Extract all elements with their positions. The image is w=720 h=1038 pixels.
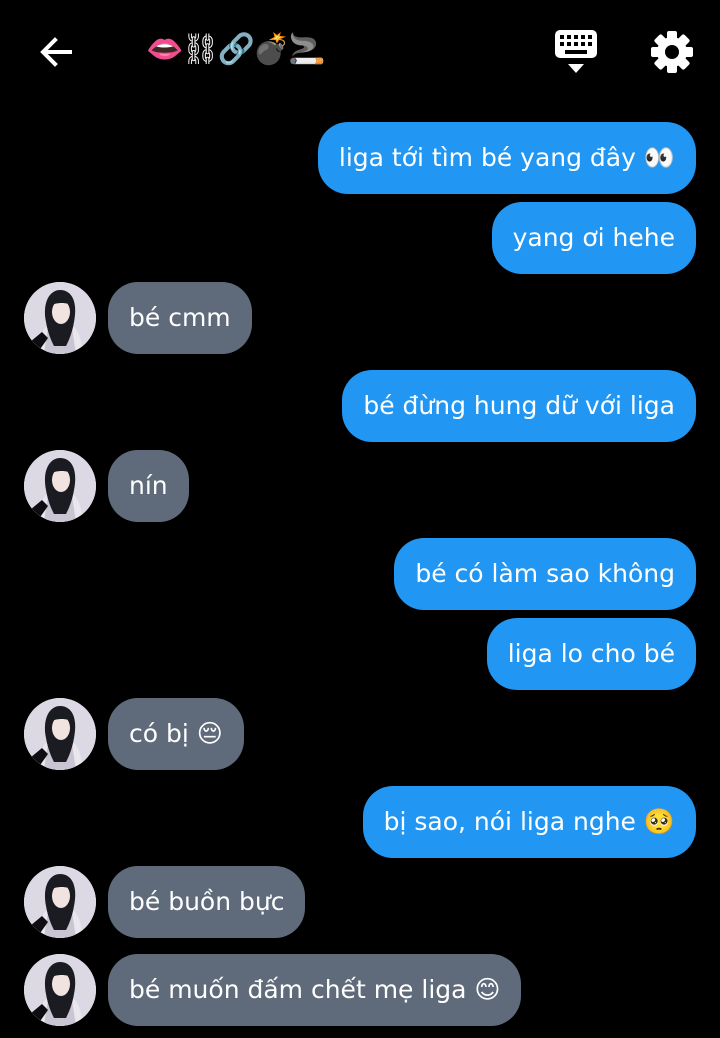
outgoing-message[interactable]: liga tới tìm bé yang đây 👀 [317,122,696,194]
gear-icon [651,31,693,73]
arrow-left-icon [40,37,72,67]
incoming-message[interactable]: bé cmm [108,282,252,354]
chat-title: 👄⛓🔗💣🚬 [146,32,325,67]
avatar-image [24,698,96,770]
outgoing-message[interactable]: yang ơi hehe [491,202,696,274]
chat-header: 👄⛓🔗💣🚬 [0,0,720,100]
settings-button[interactable] [648,28,696,76]
incoming-message[interactable]: nín [108,450,189,522]
keyboard-button[interactable] [552,26,600,78]
avatar-image [24,450,96,522]
avatar-image [24,282,96,354]
outgoing-message[interactable]: bé đừng hung dữ với liga [342,370,696,442]
avatar[interactable] [24,282,96,354]
avatar-image [24,866,96,938]
incoming-message[interactable]: có bị 😔 [108,698,244,770]
avatar-image [24,954,96,1026]
avatar[interactable] [24,698,96,770]
avatar[interactable] [24,866,96,938]
incoming-message[interactable]: bé buồn bực [108,866,306,938]
incoming-message[interactable]: bé muốn đấm chết mẹ liga 😊 [108,954,522,1026]
avatar[interactable] [24,954,96,1026]
outgoing-message[interactable]: bé có làm sao không [394,538,696,610]
keyboard-icon [555,30,597,73]
back-button[interactable] [34,30,78,74]
outgoing-message[interactable]: bị sao, nói liga nghe 🥺 [362,786,696,858]
avatar[interactable] [24,450,96,522]
outgoing-message[interactable]: liga lo cho bé [486,618,696,690]
